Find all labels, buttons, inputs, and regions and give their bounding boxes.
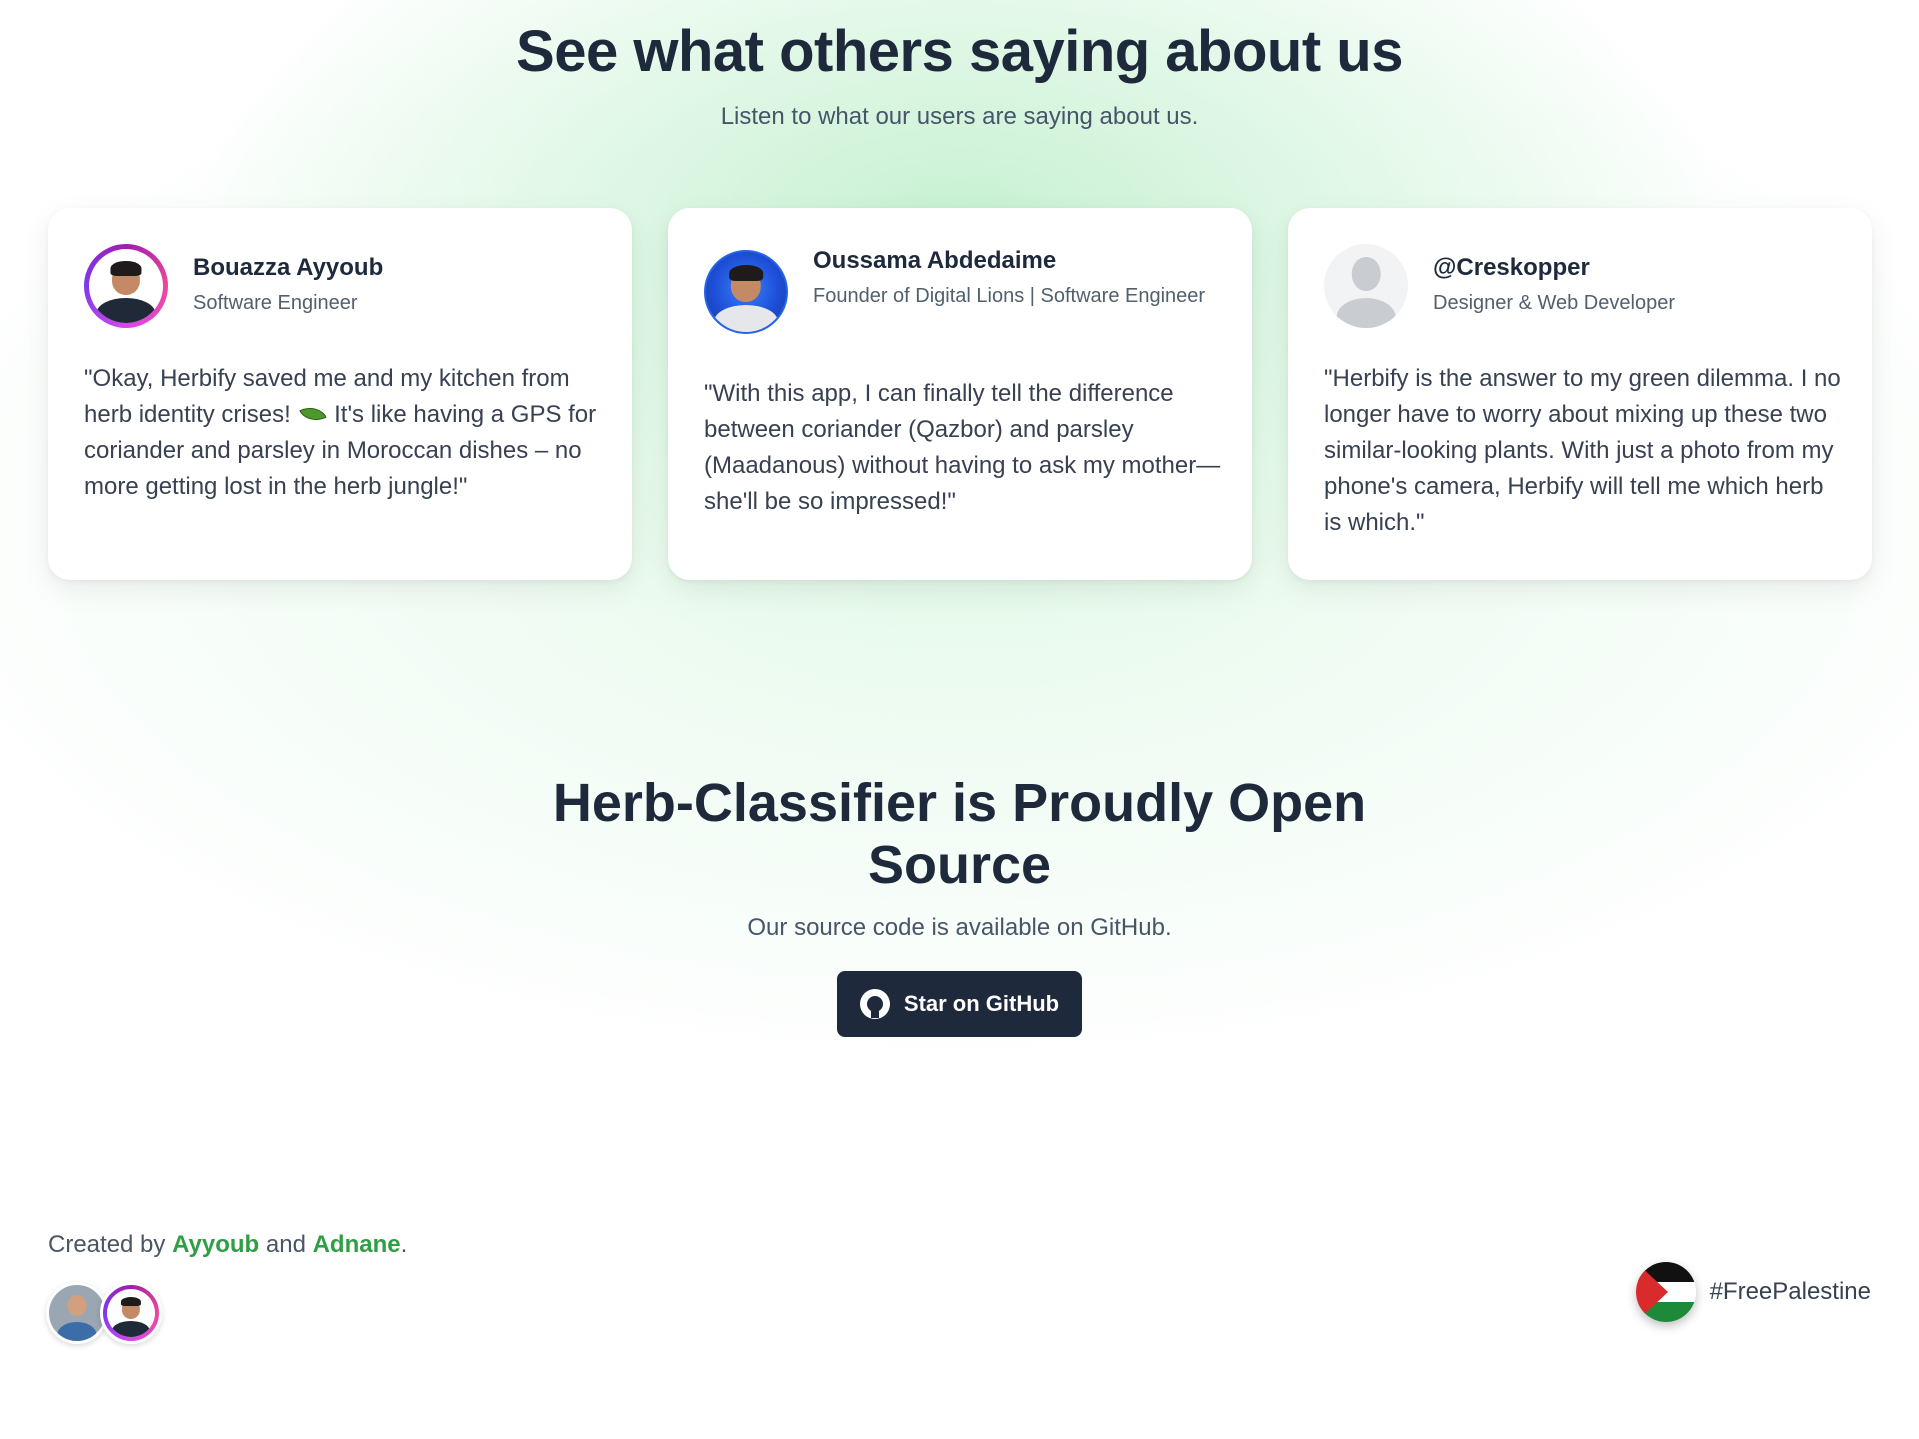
- github-icon: [859, 989, 890, 1019]
- testimonial-quote: "Herbify is the answer to my green dilem…: [1324, 365, 1841, 536]
- testimonial-name: @Creskopper: [1433, 254, 1590, 281]
- free-palestine-badge: #FreePalestine: [1635, 1262, 1871, 1322]
- footer-credit: Created by Ayyoub and Adnane.: [48, 1231, 407, 1259]
- testimonial-card: @Creskopper Designer & Web Developer "He…: [1288, 208, 1872, 580]
- testimonials-subtitle: Listen to what our users are saying abou…: [720, 103, 1199, 130]
- period-text: .: [400, 1231, 408, 1258]
- open-source-title: Herb-Classifier is Proudly Open Source: [0, 772, 1919, 896]
- testimonial-name: Bouazza Ayyoub: [193, 254, 384, 281]
- author-link-adnane[interactable]: Adnane: [313, 1231, 401, 1258]
- testimonial-name: Oussama Abdedaime: [813, 247, 1057, 274]
- author-avatar-ayyoub[interactable]: [100, 1282, 162, 1344]
- and-text: and: [265, 1231, 306, 1258]
- palestine-flag-icon: [1635, 1262, 1696, 1322]
- avatar: [84, 244, 168, 328]
- testimonial-role: Software Engineer: [193, 292, 358, 314]
- avatar: [704, 250, 788, 334]
- star-on-github-button[interactable]: Star on GitHub: [837, 971, 1082, 1037]
- free-palestine-text: #FreePalestine: [1709, 1278, 1871, 1305]
- testimonial-role: Designer & Web Developer: [1433, 292, 1675, 314]
- testimonial-card: Bouazza Ayyoub Software Engineer "Okay, …: [48, 208, 632, 580]
- testimonial-role: Founder of Digital Lions | Software Engi…: [813, 285, 1206, 307]
- testimonial-quote: "With this app, I can finally tell the d…: [704, 380, 1221, 515]
- testimonial-card: Oussama Abdedaime Founder of Digital Lio…: [668, 208, 1252, 580]
- open-source-title-text: Herb-Classifier is Proudly Open Source: [552, 773, 1367, 895]
- author-avatar-adnane[interactable]: [46, 1282, 108, 1344]
- created-by-text: Created by: [48, 1231, 166, 1258]
- star-on-github-label: Star on GitHub: [903, 991, 1060, 1016]
- testimonial-quote: "Okay, Herbify saved me and my kitchen f…: [84, 365, 597, 500]
- default-user-icon: [1324, 244, 1408, 328]
- author-link-ayyoub[interactable]: Ayyoub: [172, 1231, 259, 1258]
- open-source-subtitle: Our source code is available on GitHub.: [747, 914, 1172, 941]
- testimonials-title: See what others saying about us: [516, 19, 1403, 84]
- leaf-icon: [299, 403, 325, 425]
